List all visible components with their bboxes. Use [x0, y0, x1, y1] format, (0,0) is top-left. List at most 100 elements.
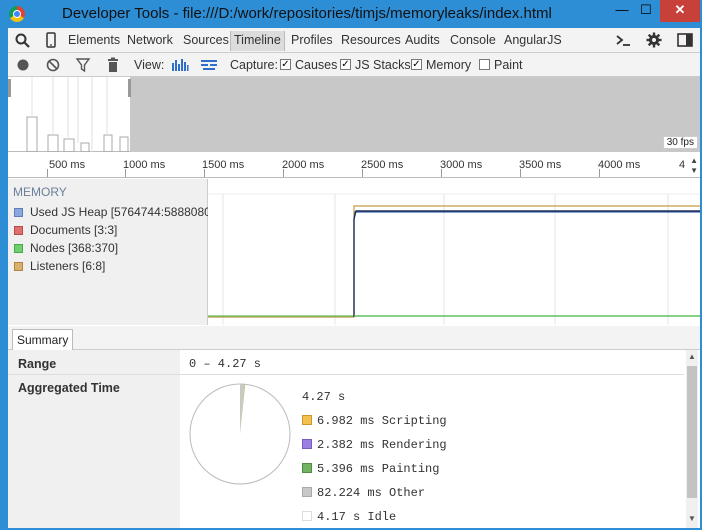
legend-swatch	[14, 226, 23, 235]
memory-title: MEMORY	[13, 185, 67, 199]
aggregated-rendering: 2.382 ms Rendering	[302, 438, 447, 452]
aggregated-time-label: Aggregated Time	[18, 381, 120, 395]
dock-side-icon[interactable]	[676, 32, 694, 48]
ruler-label: 1000 ms	[123, 159, 166, 171]
garbage-collect-icon[interactable]	[104, 57, 122, 73]
legend-swatch	[302, 415, 312, 425]
js-heap-series-line	[353, 211, 700, 220]
js-stacks-label: JS Stacks	[355, 58, 411, 72]
details-tab-bar: Summary	[8, 326, 700, 350]
inspect-search-icon[interactable]	[14, 32, 32, 48]
tab-console[interactable]: Console	[450, 33, 496, 47]
aggregated-item-label: 6.982 ms Scripting	[317, 414, 447, 428]
tab-profiles[interactable]: Profiles	[291, 33, 333, 47]
aggregated-item-label: 2.382 ms Rendering	[317, 438, 447, 452]
range-value: 0 – 4.27 s	[189, 357, 262, 371]
maximize-button[interactable]: ☐	[632, 0, 660, 22]
ruler-scroll-up-icon[interactable]: ▲	[690, 156, 698, 165]
ruler-label: 1500 ms	[202, 159, 245, 171]
aggregated-time-pie-chart	[189, 383, 291, 485]
view-label: View:	[134, 58, 165, 72]
legend-label: Used JS Heap [5764744:5888080]	[30, 205, 215, 219]
summary-label-column	[8, 350, 180, 528]
view-bars-icon[interactable]	[171, 57, 189, 73]
aggregated-item-label: 5.396 ms Painting	[317, 462, 440, 476]
tab-summary[interactable]: Summary	[12, 329, 74, 350]
tab-network[interactable]: Network	[127, 33, 173, 47]
scrollbar-thumb[interactable]	[687, 366, 697, 498]
ruler-label: 500 ms	[49, 159, 86, 171]
ruler-label: 2500 ms	[361, 159, 404, 171]
js-stacks-checkbox[interactable]: ✓	[340, 59, 351, 70]
timeline-overview[interactable]: 30 fps	[8, 77, 700, 152]
ruler-tick	[47, 169, 48, 177]
memory-graph	[208, 179, 700, 325]
paint-checkbox[interactable]	[479, 59, 490, 70]
range-label: Range	[18, 357, 57, 371]
memory-legend: MEMORY Used JS Heap [5764744:5888080] Do…	[8, 179, 214, 325]
causes-checkbox[interactable]: ✓	[280, 59, 291, 70]
capture-label: Capture:	[230, 58, 278, 72]
ruler-scroll-down-icon[interactable]: ▼	[690, 166, 698, 175]
row-divider	[8, 374, 684, 375]
overview-left-handle[interactable]	[8, 79, 11, 97]
memory-label: Memory	[426, 58, 472, 72]
aggregated-painting: 5.396 ms Painting	[302, 462, 439, 476]
close-button[interactable]: ✕	[660, 0, 700, 22]
listeners-series-line	[208, 205, 700, 318]
summary-panel: Range 0 – 4.27 s Aggregated Time 4.27 s …	[8, 350, 700, 528]
timeline-toolbar: View: Capture: ✓ Causes ✓ JS Stacks ✓ Me…	[8, 53, 700, 77]
clear-icon[interactable]	[44, 57, 62, 73]
aggregated-idle: 4.17 s Idle	[302, 510, 396, 524]
settings-gear-icon[interactable]	[645, 32, 663, 48]
tab-sources[interactable]: Sources	[183, 33, 229, 47]
legend-documents[interactable]: Documents [3:3]	[14, 223, 117, 237]
legend-swatch	[302, 439, 312, 449]
aggregated-total: 4.27 s	[302, 390, 346, 404]
legend-label: Listeners [6:8]	[30, 259, 106, 273]
aggregated-item-label: 82.224 ms Other	[317, 486, 426, 500]
aggregated-other: 82.224 ms Other	[302, 486, 425, 500]
devtools-window: Developer Tools - file:///D:/work/reposi…	[0, 0, 702, 530]
title-bar: Developer Tools - file:///D:/work/reposi…	[0, 0, 702, 28]
legend-listeners[interactable]: Listeners [6:8]	[14, 259, 105, 273]
ruler-label: 4	[679, 159, 686, 171]
fps-label: 30 fps	[662, 136, 698, 149]
filter-icon[interactable]	[74, 57, 92, 73]
ruler-label: 4000 ms	[598, 159, 641, 171]
main-tab-bar: Elements Network Sources Timeline Profil…	[8, 28, 700, 53]
scroll-up-icon[interactable]: ▲	[687, 352, 697, 361]
ruler-label: 3000 ms	[440, 159, 483, 171]
memory-panel: MEMORY Used JS Heap [5764744:5888080] Do…	[8, 179, 700, 325]
summary-scrollbar[interactable]: ▲ ▼	[686, 350, 698, 528]
devtools-panel: Elements Network Sources Timeline Profil…	[8, 28, 700, 528]
tab-resources[interactable]: Resources	[341, 33, 401, 47]
legend-swatch	[302, 487, 312, 497]
legend-swatch	[14, 208, 23, 217]
overview-unselected-region	[130, 77, 700, 152]
legend-swatch	[302, 463, 312, 473]
tab-angularjs[interactable]: AngularJS	[504, 33, 562, 47]
chrome-logo-icon	[9, 6, 25, 22]
tab-timeline[interactable]: Timeline	[230, 31, 285, 51]
legend-swatch	[14, 244, 23, 253]
legend-used-js-heap[interactable]: Used JS Heap [5764744:5888080]	[14, 205, 214, 219]
record-icon[interactable]	[14, 57, 32, 73]
device-mode-icon[interactable]	[42, 32, 60, 48]
scroll-down-icon[interactable]: ▼	[687, 514, 697, 523]
documents-series-line	[353, 210, 700, 317]
console-drawer-icon[interactable]	[614, 32, 632, 48]
legend-swatch	[14, 262, 23, 271]
memory-checkbox[interactable]: ✓	[411, 59, 422, 70]
tab-audits[interactable]: Audits	[405, 33, 440, 47]
view-flamechart-icon[interactable]	[200, 57, 218, 73]
aggregated-scripting: 6.982 ms Scripting	[302, 414, 447, 428]
legend-nodes[interactable]: Nodes [368:370]	[14, 241, 118, 255]
window-title: Developer Tools - file:///D:/work/reposi…	[62, 5, 552, 22]
causes-label: Causes	[295, 58, 338, 72]
overview-frames-chart	[26, 77, 129, 152]
aggregated-item-label: 4.17 s Idle	[317, 510, 397, 524]
ruler-label: 3500 ms	[519, 159, 562, 171]
overview-right-handle[interactable]	[128, 79, 131, 97]
tab-elements[interactable]: Elements	[68, 33, 120, 47]
